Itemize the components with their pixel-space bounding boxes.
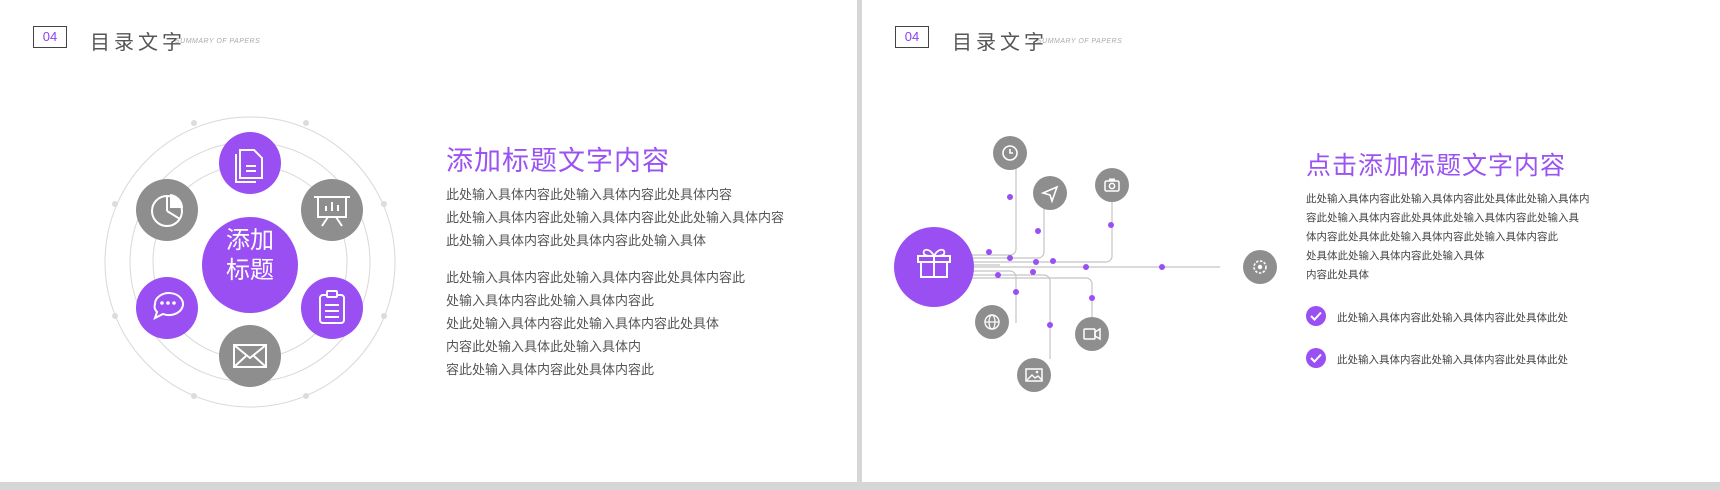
paragraph-line: 内容此处具体 [1306,269,1369,281]
mail-icon [219,325,281,387]
paragraph-line: 容此处输入具体内容此处具体内容此 [446,362,655,377]
content-title: 添加标题文字内容 [446,146,670,176]
check-icon [1306,348,1326,368]
paragraph-line: 处此处输入具体内容此处输入具体内容此处具体 [446,316,720,331]
globe-icon [975,305,1009,339]
chat-icon [136,277,198,339]
slide-left: 04 目录文字 SUMMARY OF PAPERS 添加 标题 添加标题文字内容… [0,0,857,482]
content-title: 点击添加标题文字内容 [1306,152,1567,180]
paragraph-2: 此处输入具体内容此处输入具体内容此处具体内容此 处输入具体内容此处输入具体内容此… [446,266,745,381]
center-label: 添加 标题 [205,226,295,286]
paragraph-line: 此处输入具体内容此处输入具体内容此处具体内容 [446,187,733,202]
paragraph-line: 此处输入具体内容此处输入具体内容此处此处输入具体内容 [446,210,785,225]
network-diagram [894,136,1277,392]
check-item-label: 此处输入具体内容此处输入具体内容此处具体此处 [1337,354,1568,366]
center-label-line-1: 添加 [226,227,274,254]
paragraph-line: 处输入具体内容此处输入具体内容此 [446,293,655,308]
video-icon [1075,317,1109,351]
paragraph-1: 此处输入具体内容此处输入具体内容此处具体内容 此处输入具体内容此处输入具体内容此… [446,183,784,252]
camera-icon [1095,168,1129,202]
paragraph: 此处输入具体内容此处输入具体内容此处具体此处输入具体内 容此处输入具体内容此处具… [1306,190,1590,285]
pie-chart-icon [136,179,198,241]
send-icon [1033,176,1067,210]
gift-icon [894,227,974,307]
clipboard-icon [301,277,363,339]
slide-right: 04 目录文字 SUMMARY OF PAPERS 点击添加标题文字内容 此处输… [862,0,1720,482]
paragraph-line: 处具体此处输入具体内容此处输入具体 [1306,250,1485,262]
image-icon [1017,358,1051,392]
document-icon [219,132,281,194]
paragraph-line: 此处输入具体内容此处输入具体内容此处具体内容此 [446,270,746,285]
presentation-icon [301,179,363,241]
paragraph-line: 容此处输入具体内容此处具体此处输入具体内容此处输入具 [1306,212,1579,224]
paragraph-line: 内容此处输入具体此处输入具体内 [446,339,642,354]
paragraph-line: 此处输入具体内容此处输入具体内容此处具体此处输入具体内 [1306,193,1590,205]
clock-icon [993,136,1027,170]
paragraph-line: 此处输入具体内容此处具体内容此处输入具体 [446,233,707,248]
paragraph-line: 体内容此处具体此处输入具体内容此处输入具体内容此 [1306,231,1558,243]
settings-icon [1243,250,1277,284]
center-label-line-2: 标题 [226,257,274,284]
check-icon [1306,306,1326,326]
check-item-label: 此处输入具体内容此处输入具体内容此处具体此处 [1337,312,1568,324]
